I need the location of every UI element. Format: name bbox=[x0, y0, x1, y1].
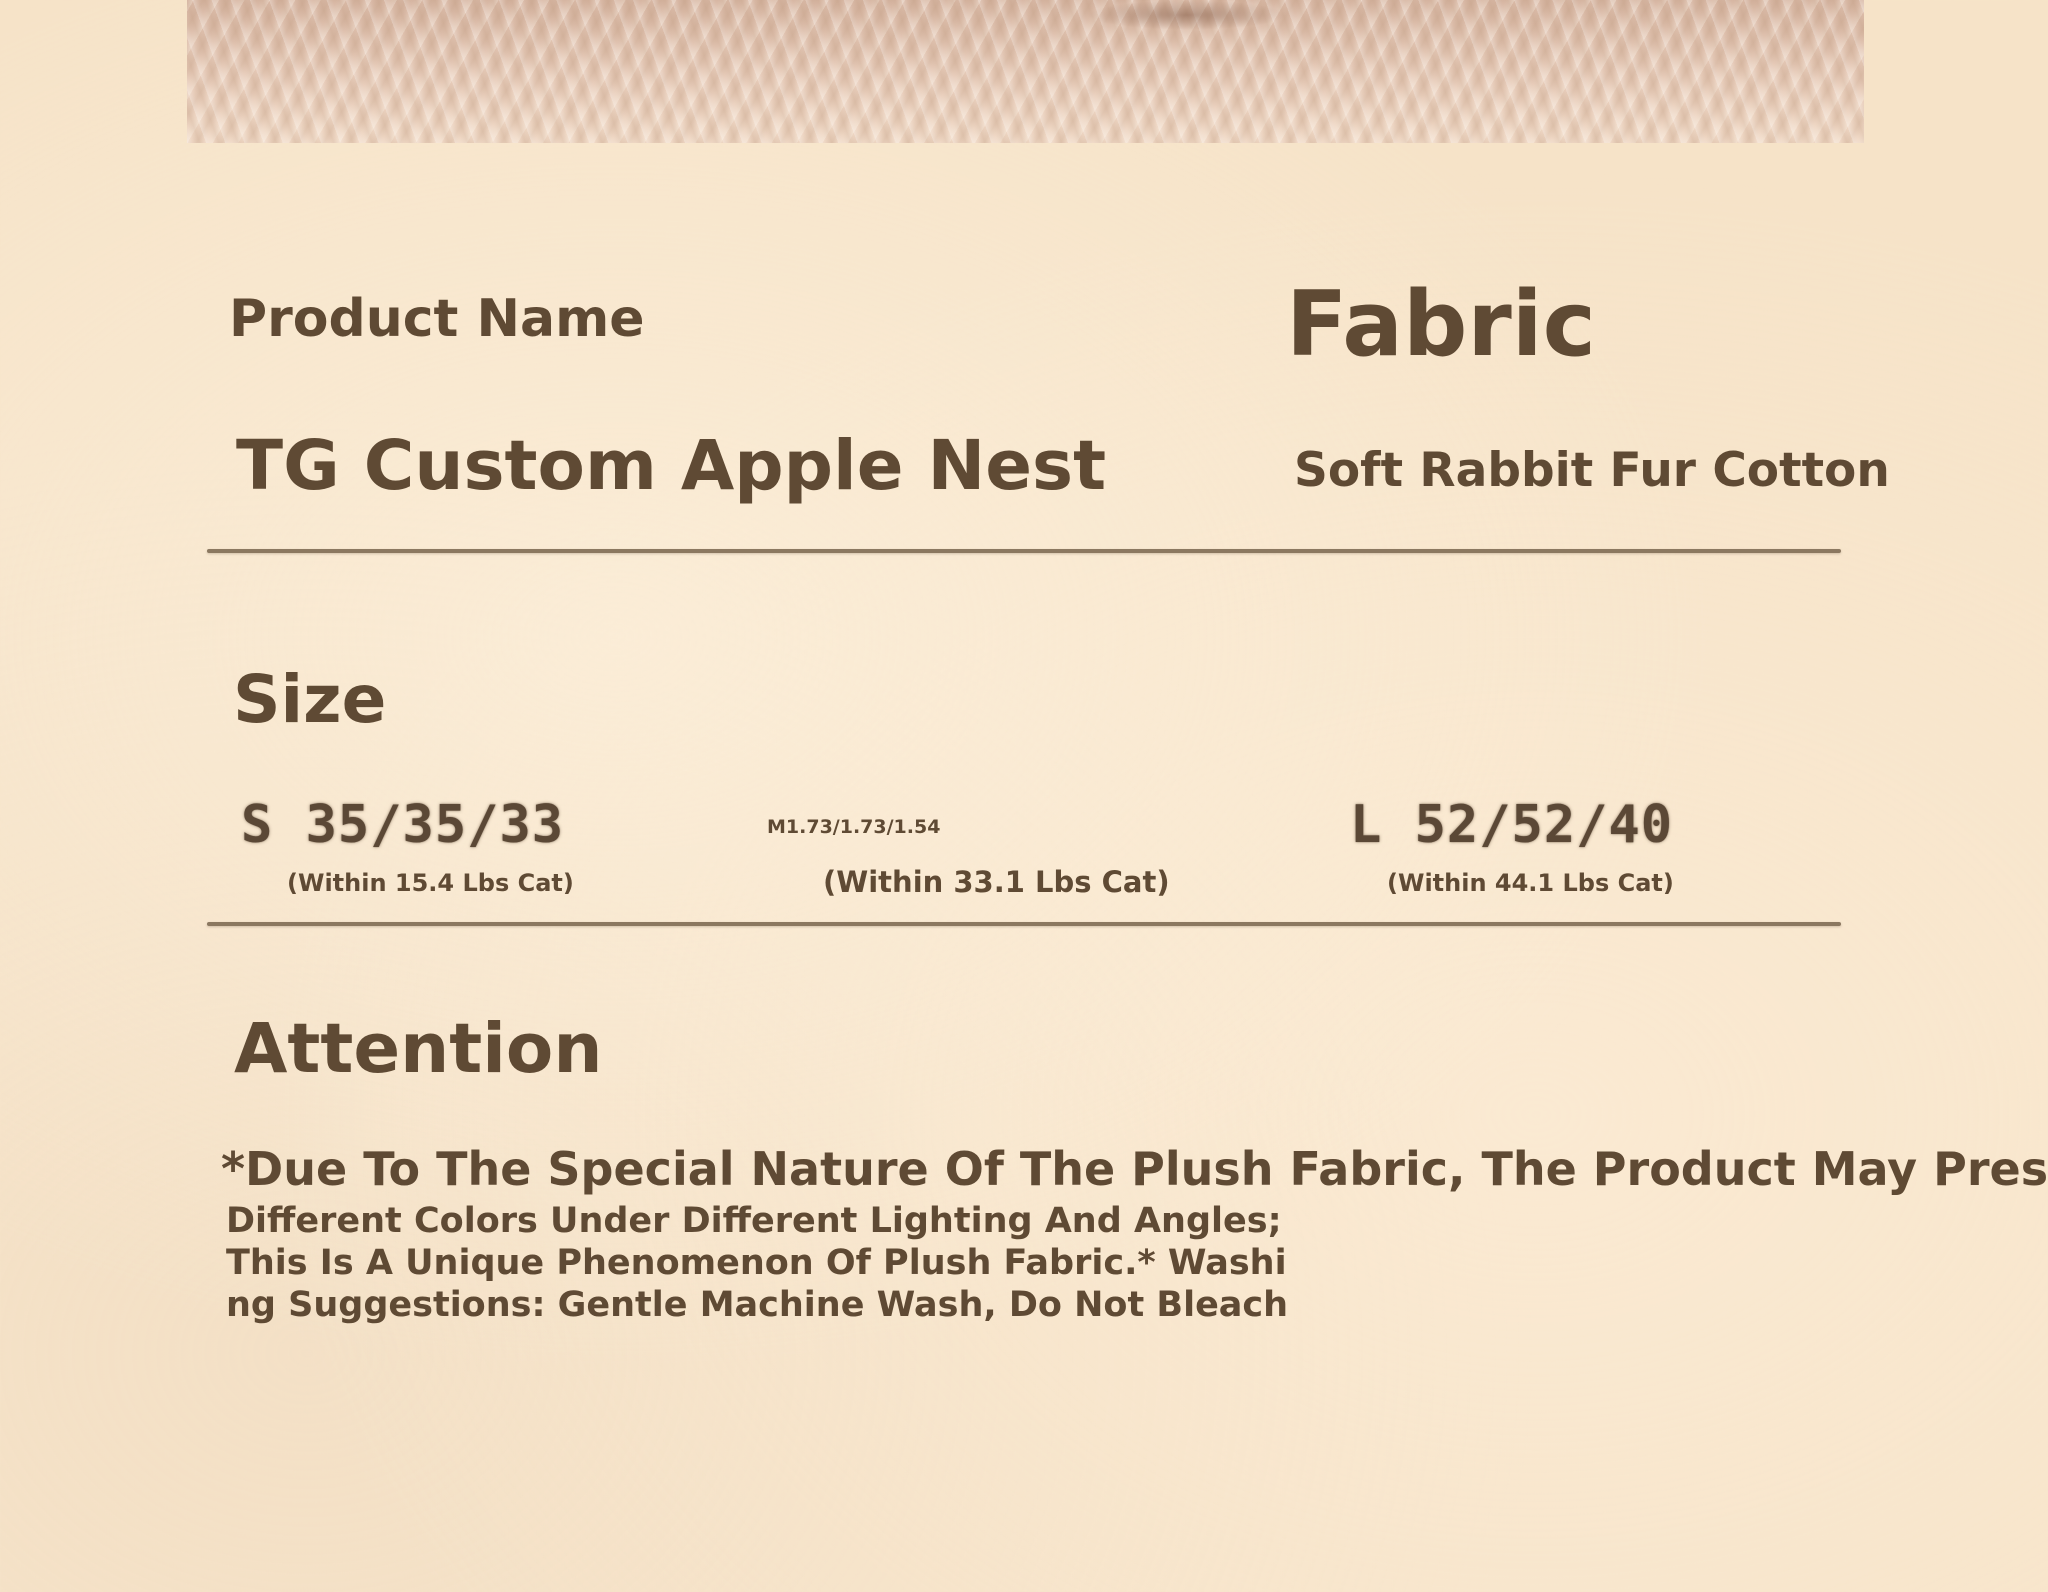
divider-bottom bbox=[207, 922, 1841, 926]
product-photo bbox=[187, 0, 1864, 143]
attention-line: ng Suggestions: Gentle Machine Wash, Do … bbox=[226, 1285, 1289, 1325]
product-name-label: Product Name bbox=[229, 289, 645, 349]
size-small-dims: S 35/35/33 bbox=[241, 795, 565, 855]
size-large-dims: L 52/52/40 bbox=[1350, 795, 1674, 855]
fabric-label: Fabric bbox=[1286, 272, 1596, 377]
size-medium-note: (Within 33.1 Lbs Cat) bbox=[823, 865, 1170, 899]
attention-label: Attention bbox=[234, 1009, 603, 1089]
attention-line: This Is A Unique Phenomenon Of Plush Fab… bbox=[226, 1243, 1287, 1283]
photo-shadow bbox=[1087, 0, 1287, 30]
attention-headline: *Due To The Special Nature Of The Plush … bbox=[221, 1142, 2048, 1196]
divider-top bbox=[207, 549, 1841, 553]
attention-line: Different Colors Under Different Lightin… bbox=[226, 1201, 1282, 1241]
size-medium-dims: M1.73/1.73/1.54 bbox=[767, 816, 941, 838]
attention-body: Different Colors Under Different Lightin… bbox=[226, 1200, 1288, 1326]
size-small-note: (Within 15.4 Lbs Cat) bbox=[287, 869, 574, 897]
size-label: Size bbox=[233, 661, 387, 738]
fabric-value: Soft Rabbit Fur Cotton bbox=[1294, 443, 1890, 498]
size-large-note: (Within 44.1 Lbs Cat) bbox=[1387, 869, 1674, 897]
product-name-value: TG Custom Apple Nest bbox=[236, 426, 1107, 506]
